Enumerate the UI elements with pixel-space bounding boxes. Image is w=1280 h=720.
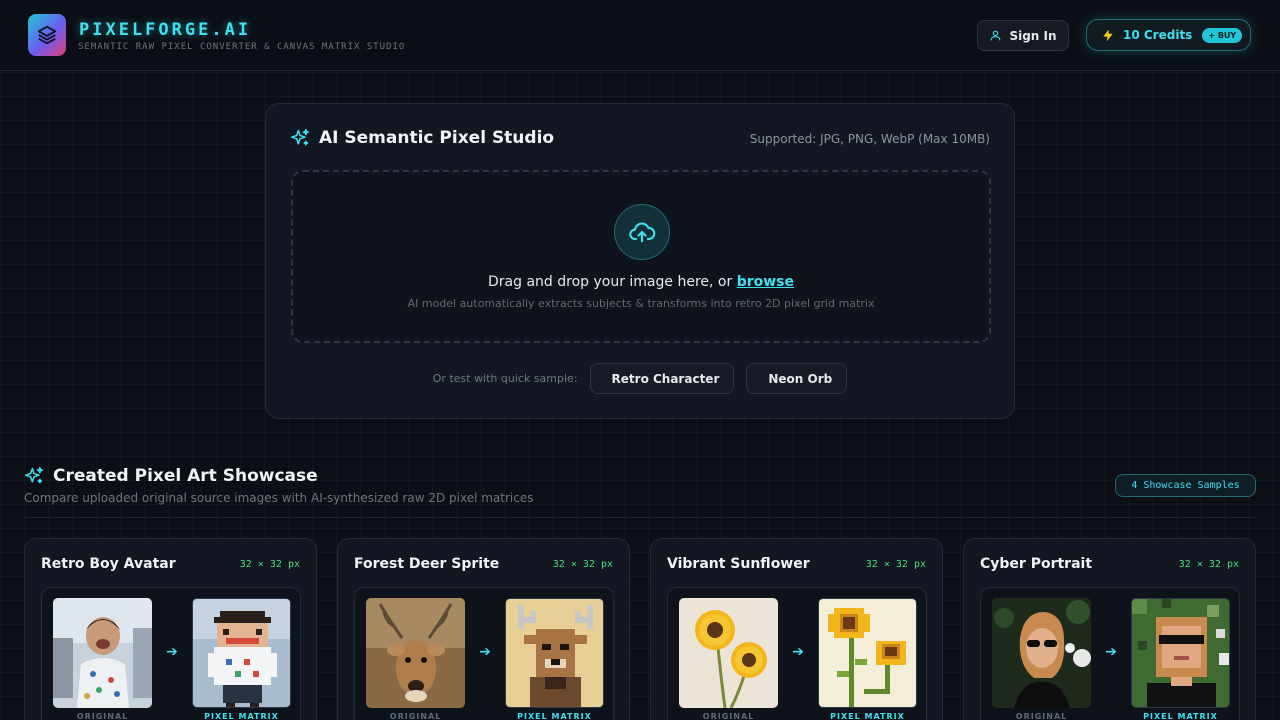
- logo-icon[interactable]: [28, 14, 66, 56]
- top-header: PIXELFORGE.AI SEMANTIC RAW PIXEL CONVERT…: [0, 0, 1280, 71]
- showcase-title: Created Pixel Art Showcase: [53, 466, 318, 486]
- comparison-panel: ➔ ORIGINAL PIXEL MATRIX: [980, 587, 1240, 720]
- buy-badge[interactable]: + BUY: [1202, 27, 1243, 43]
- comparison-panel: ➔ ORIGINAL PIXEL MATRIX: [41, 587, 301, 720]
- sparkle-icon: [290, 128, 310, 146]
- browse-link[interactable]: browse: [737, 274, 794, 290]
- showcase-card-forest-deer[interactable]: Forest Deer Sprite 32 × 32 px ➔ ORIGINAL…: [337, 538, 630, 720]
- cloud-upload-icon[interactable]: [614, 204, 670, 260]
- card-size: 32 × 32 px: [865, 559, 926, 570]
- original-caption: ORIGINAL: [389, 712, 442, 720]
- card-title: Vibrant Sunflower: [667, 556, 810, 572]
- user-icon: [991, 30, 1001, 41]
- original-caption: ORIGINAL: [702, 712, 755, 720]
- original-image[interactable]: [992, 598, 1091, 708]
- card-title: Retro Boy Avatar: [41, 556, 176, 572]
- pixel-matrix-caption: PIXEL MATRIX: [517, 712, 592, 720]
- original-caption: ORIGINAL: [1015, 712, 1068, 720]
- credits-label: 10 Credits: [1123, 28, 1193, 42]
- showcase-subtitle: Compare uploaded original source images …: [24, 491, 534, 505]
- arrow-right-icon: ➔: [1105, 644, 1117, 660]
- drop-subtext: AI model automatically extracts subjects…: [407, 297, 875, 310]
- sample-retro-character-button[interactable]: Retro Character: [589, 363, 735, 394]
- supported-formats: Supported: JPG, PNG, WebP (Max 10MB): [749, 132, 990, 146]
- arrow-right-icon: ➔: [792, 644, 804, 660]
- pixel-matrix-caption: PIXEL MATRIX: [830, 712, 905, 720]
- sample-retro-character-label: Retro Character: [611, 371, 720, 386]
- original-image[interactable]: [53, 598, 152, 708]
- studio-title: AI Semantic Pixel Studio: [319, 128, 555, 148]
- sample-label: Or test with quick sample:: [432, 372, 578, 385]
- lightning-icon: [1103, 29, 1113, 41]
- card-title: Cyber Portrait: [980, 556, 1093, 572]
- comparison-panel: ➔ ORIGINAL PIXEL MATRIX: [354, 587, 614, 720]
- arrow-right-icon: ➔: [479, 644, 491, 660]
- card-title: Forest Deer Sprite: [354, 556, 500, 572]
- studio-panel: AI Semantic Pixel Studio Supported: JPG,…: [265, 103, 1015, 419]
- original-image[interactable]: [679, 598, 778, 708]
- pixel-matrix-caption: PIXEL MATRIX: [204, 712, 279, 720]
- arrow-right-icon: ➔: [166, 644, 178, 660]
- pixel-matrix-image[interactable]: [1131, 598, 1230, 708]
- brand-subtitle: SEMANTIC RAW PIXEL CONVERTER & CANVAS MA…: [78, 42, 406, 52]
- drop-text: Drag and drop your image here, or: [488, 274, 733, 290]
- image-dropzone[interactable]: Drag and drop your image here, or browse…: [291, 170, 991, 343]
- pixel-matrix-caption: PIXEL MATRIX: [1143, 712, 1218, 720]
- credits-button[interactable]: 10 Credits + BUY: [1086, 19, 1251, 51]
- quick-sample-row: Or test with quick sample: Retro Charact…: [266, 363, 1014, 394]
- card-size: 32 × 32 px: [552, 559, 613, 570]
- showcase-card-retro-boy[interactable]: Retro Boy Avatar 32 × 32 px ➔ ORIGINAL P…: [24, 538, 317, 720]
- original-caption: ORIGINAL: [76, 712, 129, 720]
- showcase-count-badge: 4 Showcase Samples: [1115, 474, 1256, 497]
- card-size: 32 × 32 px: [1178, 559, 1239, 570]
- sign-in-label: Sign In: [1009, 28, 1057, 43]
- pixel-matrix-image[interactable]: [818, 598, 917, 708]
- sample-neon-orb-label: Neon Orb: [768, 371, 833, 386]
- card-size: 32 × 32 px: [239, 559, 300, 570]
- sparkle-icon: [24, 466, 44, 484]
- showcase-card-vibrant-sunflower[interactable]: Vibrant Sunflower 32 × 32 px ➔ ORIGINAL …: [650, 538, 943, 720]
- showcase-card-cyber-portrait[interactable]: Cyber Portrait 32 × 32 px ➔ ORIGINAL PIX…: [963, 538, 1256, 720]
- pixel-matrix-image[interactable]: [192, 598, 291, 708]
- pixel-matrix-image[interactable]: [505, 598, 604, 708]
- sign-in-button[interactable]: Sign In: [977, 20, 1069, 51]
- original-image[interactable]: [366, 598, 465, 708]
- brand-name[interactable]: PIXELFORGE.AI: [79, 20, 251, 40]
- comparison-panel: ➔ ORIGINAL PIXEL MATRIX: [667, 587, 927, 720]
- sample-neon-orb-button[interactable]: Neon Orb: [746, 363, 848, 394]
- divider: [24, 517, 1256, 518]
